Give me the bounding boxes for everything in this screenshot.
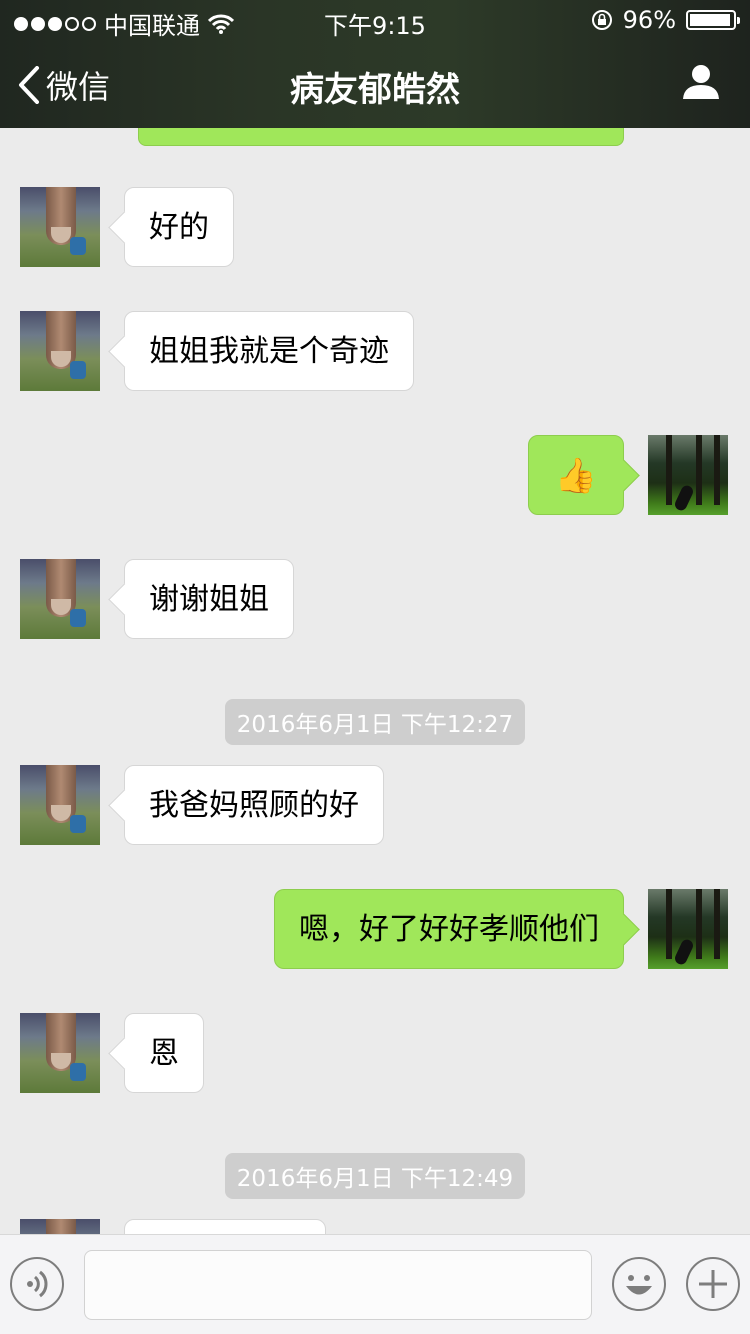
- more-button[interactable]: [686, 1257, 740, 1311]
- nav-bar: 微信 病友郁皓然: [0, 42, 750, 128]
- friend-avatar[interactable]: [20, 765, 100, 845]
- friend-avatar[interactable]: [20, 311, 100, 391]
- top-bar: 中国联通 下午9:15 96% 微信 病友郁皓然: [0, 0, 750, 128]
- my-avatar[interactable]: [648, 435, 728, 515]
- message-input[interactable]: [84, 1250, 592, 1320]
- message-bubble-incoming[interactable]: 我爸妈照顾的好: [124, 765, 384, 845]
- timestamp: 2016年6月1日 下午12:27: [0, 699, 750, 745]
- emoji-icon: [626, 1275, 652, 1295]
- message-text: 恩: [149, 1036, 179, 1071]
- status-bar: 中国联通 下午9:15 96%: [0, 0, 750, 42]
- battery-fill: [690, 14, 731, 26]
- status-right: 96%: [591, 6, 740, 34]
- lock-rotation-icon: [591, 10, 612, 30]
- message-bubble-incoming[interactable]: 姐姐我就是个奇迹: [124, 311, 414, 391]
- timestamp: 2016年6月1日 下午12:49: [0, 1153, 750, 1199]
- friend-avatar[interactable]: [20, 1219, 100, 1234]
- emoji-button[interactable]: [612, 1257, 666, 1311]
- message-bubble-outgoing[interactable]: 👍: [528, 435, 624, 515]
- message-bubble-outgoing[interactable]: 嗯，好了好好孝顺他们: [274, 889, 624, 969]
- message-bubble-incoming-partial[interactable]: [124, 1219, 326, 1234]
- thumbs-up-emoji: 👍: [554, 456, 598, 496]
- friend-avatar[interactable]: [20, 187, 100, 267]
- plus-icon: [699, 1270, 727, 1298]
- message-text: 姐姐我就是个奇迹: [149, 334, 389, 369]
- message-text: 谢谢姐姐: [149, 582, 269, 617]
- chat-area[interactable]: 好的 姐姐我就是个奇迹 👍 谢谢姐姐 2016年6月1日 下午12:27 我爸妈…: [0, 128, 750, 1234]
- friend-avatar[interactable]: [20, 1013, 100, 1093]
- message-text: 嗯，好了好好孝顺他们: [299, 912, 599, 947]
- message-bubble-incoming[interactable]: 谢谢姐姐: [124, 559, 294, 639]
- person-icon: [683, 65, 719, 99]
- message-text: 我爸妈照顾的好: [149, 788, 359, 823]
- battery-icon: [686, 10, 740, 30]
- my-avatar[interactable]: [648, 889, 728, 969]
- friend-avatar[interactable]: [20, 559, 100, 639]
- previous-message-bubble: [138, 128, 624, 146]
- voice-icon: [27, 1270, 48, 1298]
- timestamp-label: 2016年6月1日 下午12:27: [224, 699, 526, 745]
- message-bubble-incoming[interactable]: 好的: [124, 187, 234, 267]
- input-toolbar: [0, 1234, 750, 1334]
- message-text: 好的: [149, 210, 209, 245]
- contact-info-button[interactable]: [682, 64, 720, 104]
- battery-percent: 96%: [622, 6, 676, 34]
- chat-title: 病友郁皓然: [290, 70, 460, 110]
- voice-button[interactable]: [10, 1257, 64, 1311]
- timestamp-label: 2016年6月1日 下午12:49: [224, 1153, 526, 1199]
- message-bubble-incoming[interactable]: 恩: [124, 1013, 204, 1093]
